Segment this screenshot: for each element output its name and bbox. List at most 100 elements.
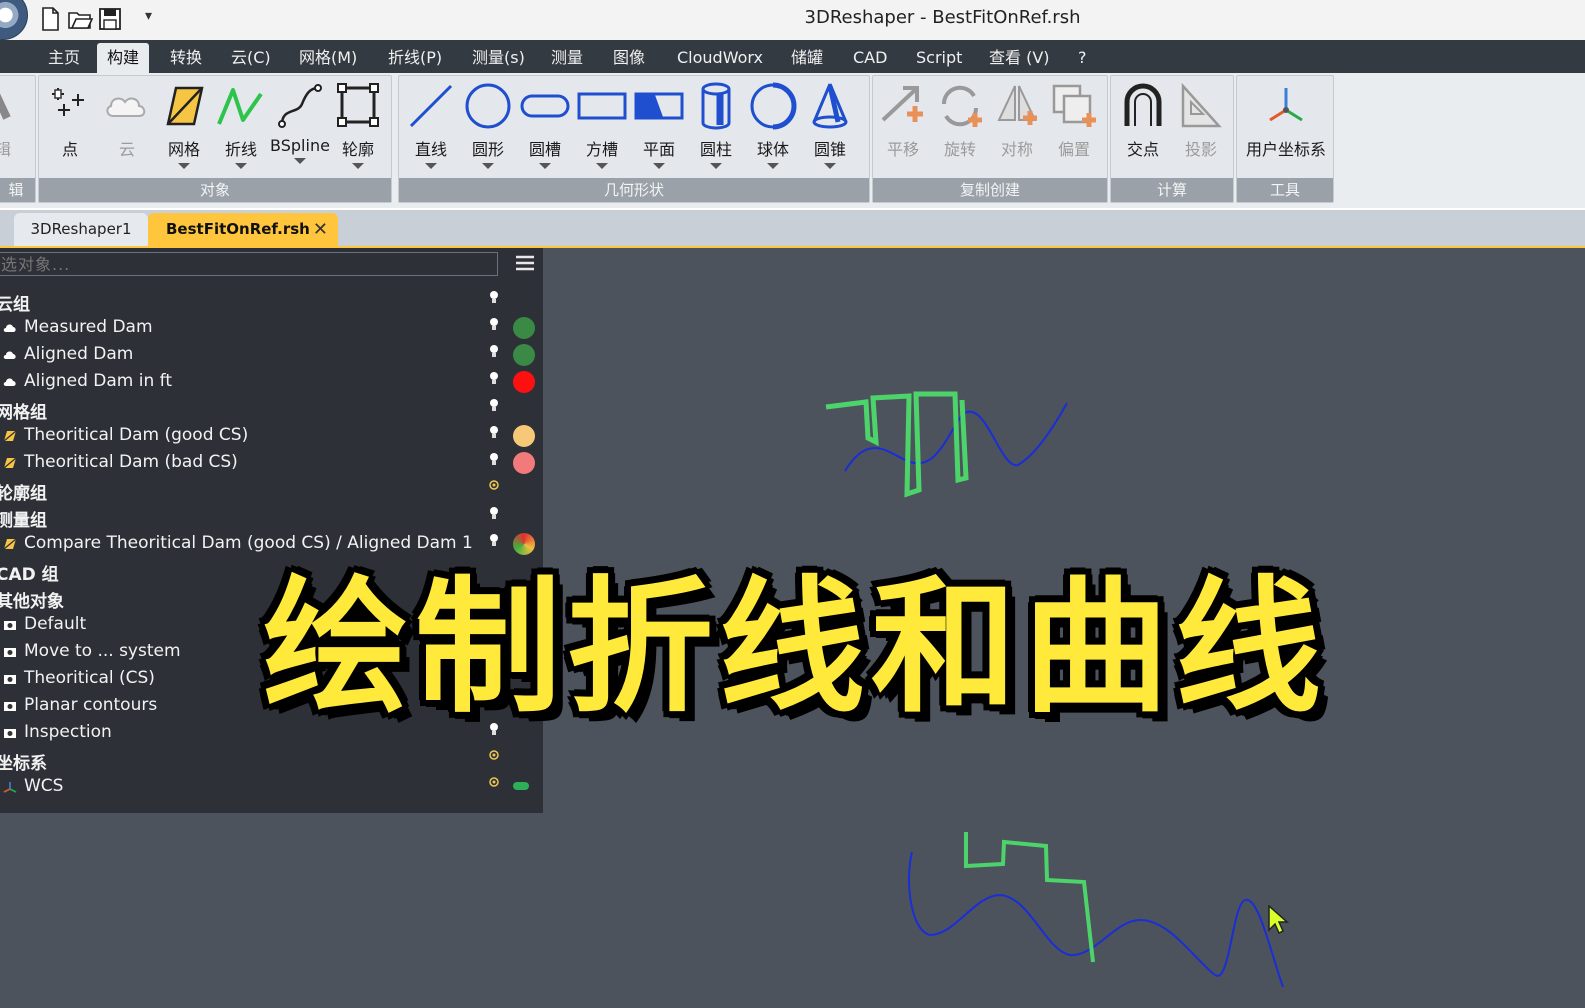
menu-view[interactable]: 查看 (V)	[989, 40, 1050, 73]
menu-measure[interactable]: 测量	[551, 40, 583, 73]
chevron-down-icon[interactable]	[596, 163, 608, 169]
symmetry-icon	[997, 85, 1037, 125]
rotate-icon	[941, 85, 982, 127]
line-tool[interactable]: 直线	[403, 80, 459, 176]
close-icon[interactable]: ✕	[313, 213, 328, 246]
chevron-down-icon[interactable]	[653, 163, 665, 169]
chevron-down-icon[interactable]	[235, 163, 247, 169]
color-swatch[interactable]	[513, 317, 535, 339]
visibility-bulb-icon[interactable]	[488, 317, 500, 331]
color-swatch[interactable]	[513, 371, 535, 393]
color-swatch[interactable]	[513, 425, 535, 447]
visibility-bulb-icon[interactable]	[488, 371, 500, 385]
ribbon-group-object: 点 云 网格 折线 BSpline 轮廓 对象	[38, 75, 392, 203]
tree-item-theoritical-bad[interactable]: Theoritical Dam (bad CS)	[0, 450, 540, 477]
slot-tool[interactable]: 圆槽	[517, 80, 573, 176]
menu-script[interactable]: Script	[916, 40, 962, 73]
tree-group-clouds[interactable]: 云组	[0, 288, 540, 315]
menu-polyline[interactable]: 折线(P)	[388, 40, 442, 73]
hidden-bulb-icon[interactable]	[488, 479, 500, 493]
rotate-tool[interactable]: 旋转	[932, 80, 988, 176]
color-swatch[interactable]	[513, 452, 535, 474]
visibility-bulb-icon[interactable]	[488, 506, 500, 520]
cloud-tool[interactable]: 云	[99, 80, 155, 176]
cone-tool[interactable]: 圆锥	[802, 80, 858, 176]
mesh-tool[interactable]: 网格	[156, 80, 212, 176]
menu-home[interactable]: 主页	[48, 40, 80, 73]
mouse-cursor-icon	[1268, 905, 1289, 935]
chevron-down-icon[interactable]	[425, 163, 437, 169]
chevron-down-icon[interactable]	[710, 163, 722, 169]
symmetry-tool[interactable]: 对称	[989, 80, 1045, 176]
chevron-down-icon[interactable]	[178, 163, 190, 169]
sphere-tool[interactable]: 球体	[745, 80, 801, 176]
sphere-icon	[750, 82, 797, 130]
mesh-icon	[3, 457, 17, 469]
mesh-icon	[166, 86, 204, 126]
intersection-tool[interactable]: 交点	[1115, 80, 1171, 176]
menu-transform[interactable]: 转换	[170, 40, 202, 73]
menu-cloud[interactable]: 云(C)	[231, 40, 271, 73]
visibility-bulb-icon[interactable]	[488, 452, 500, 466]
mesh-icon	[3, 430, 17, 442]
tree-item-wcs[interactable]: WCS	[0, 774, 540, 801]
cylinder-tool[interactable]: 圆柱	[688, 80, 744, 176]
rect-slot-tool[interactable]: 方槽	[574, 80, 630, 176]
translate-tool[interactable]: 平移	[875, 80, 931, 176]
chevron-down-icon[interactable]	[294, 158, 306, 164]
cloud-icon	[3, 351, 16, 359]
chevron-down-icon[interactable]	[352, 163, 364, 169]
chevron-down-icon[interactable]	[539, 163, 551, 169]
polyline-lower[interactable]	[964, 832, 1095, 963]
tree-item-measured-dam[interactable]: Measured Dam	[0, 315, 540, 342]
offset-icon	[1052, 84, 1096, 127]
visibility-bulb-icon[interactable]	[488, 398, 500, 412]
edit-tool[interactable]: 辑	[0, 80, 23, 176]
tab-bestfitonref[interactable]: BestFitOnRef.rsh ✕	[148, 213, 338, 246]
menu-measure-s[interactable]: 测量(s)	[472, 40, 525, 73]
point-tool[interactable]: 点	[42, 80, 98, 176]
camera-icon	[4, 702, 16, 711]
chevron-down-icon[interactable]	[824, 163, 836, 169]
plane-tool[interactable]: 平面	[631, 80, 687, 176]
cloud-icon	[3, 378, 16, 386]
active-toggle[interactable]	[513, 782, 529, 790]
contour-tool[interactable]: 轮廓	[330, 80, 386, 176]
tree-group-coordinate-systems[interactable]: 坐标系	[0, 747, 540, 774]
projection-icon	[1181, 82, 1222, 128]
hidden-bulb-icon[interactable]	[488, 776, 500, 790]
offset-tool[interactable]: 偏置	[1046, 80, 1102, 176]
tree-group-contours[interactable]: 轮廓组	[0, 477, 540, 504]
menu-cad[interactable]: CAD	[853, 40, 887, 73]
hidden-bulb-icon[interactable]	[488, 749, 500, 763]
cylinder-icon	[701, 82, 731, 130]
tree-group-measures[interactable]: 测量组	[0, 504, 540, 531]
bspline-tool[interactable]: BSpline	[270, 80, 330, 176]
tree-group-meshes[interactable]: 网格组	[0, 396, 540, 423]
visibility-bulb-icon[interactable]	[488, 344, 500, 358]
menu-build[interactable]: 构建	[97, 43, 150, 73]
menu-tank[interactable]: 储罐	[791, 40, 823, 73]
menu-cloudworx[interactable]: CloudWorx	[677, 40, 763, 73]
menu-help[interactable]: ?	[1078, 40, 1087, 73]
ucs-tool[interactable]: 用户坐标系	[1241, 80, 1331, 176]
object-filter-input[interactable]	[0, 252, 498, 276]
chevron-down-icon[interactable]	[767, 163, 779, 169]
visibility-bulb-icon[interactable]	[488, 425, 500, 439]
tree-item-aligned-dam[interactable]: Aligned Dam	[0, 342, 540, 369]
menu-mesh[interactable]: 网格(M)	[299, 40, 357, 73]
polyline-tool[interactable]: 折线	[213, 80, 269, 176]
hamburger-menu-icon[interactable]	[514, 252, 536, 274]
projection-tool[interactable]: 投影	[1173, 80, 1229, 176]
camera-icon	[4, 675, 16, 684]
mesh-icon	[3, 538, 17, 550]
tab-3dreshaper1[interactable]: 3DReshaper1	[14, 213, 148, 246]
chevron-down-icon[interactable]	[482, 163, 494, 169]
menu-image[interactable]: 图像	[613, 40, 645, 73]
color-swatch[interactable]	[513, 344, 535, 366]
visibility-bulb-icon[interactable]	[488, 290, 500, 304]
circle-tool[interactable]: 圆形	[460, 80, 516, 176]
curve-lower[interactable]	[908, 851, 1284, 988]
tree-item-aligned-dam-ft[interactable]: Aligned Dam in ft	[0, 369, 540, 396]
tree-item-theoritical-good[interactable]: Theoritical Dam (good CS)	[0, 423, 540, 450]
